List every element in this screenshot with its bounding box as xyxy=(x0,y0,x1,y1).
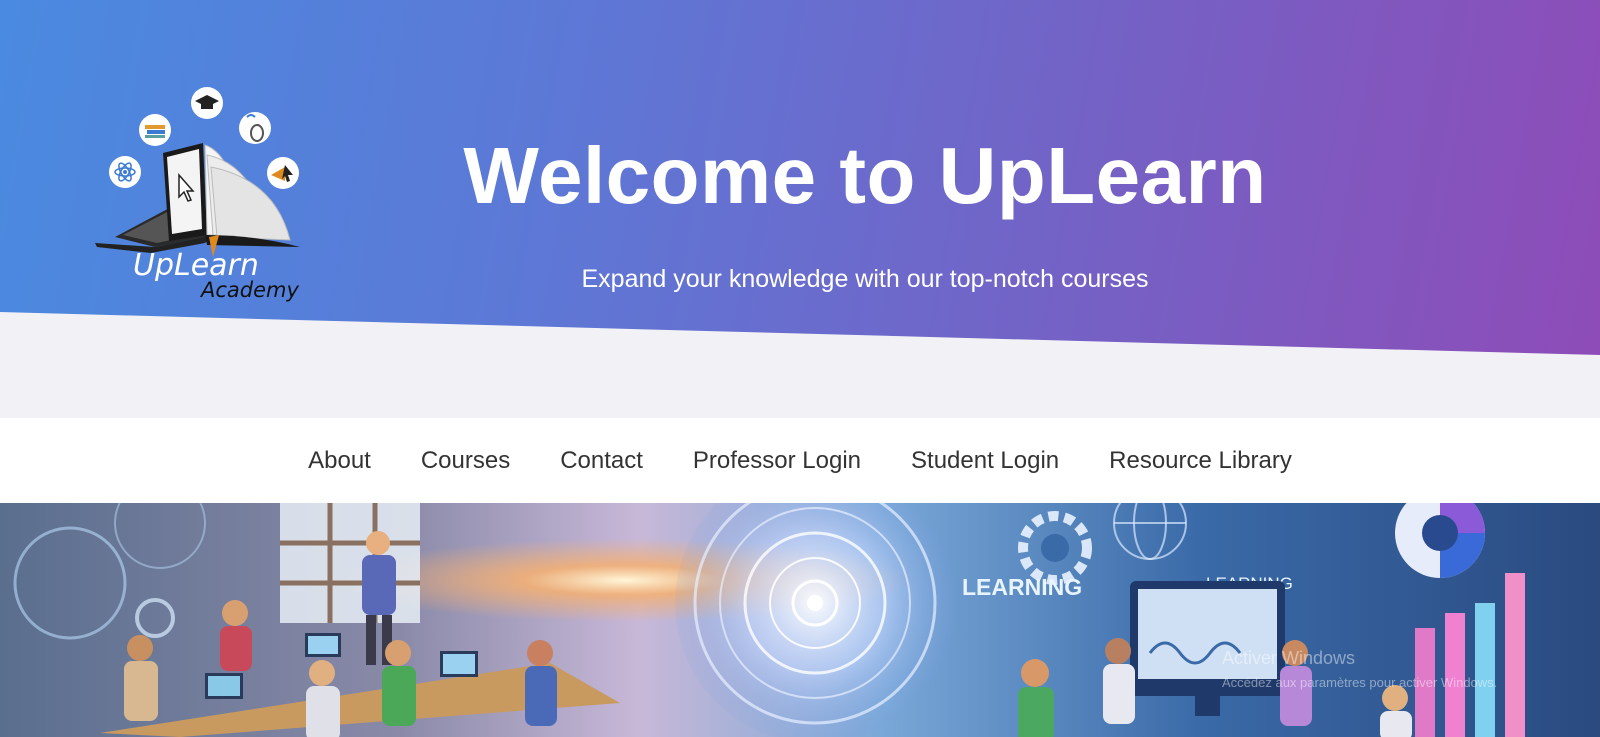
banner-illustration: LEARNING LEARNING xyxy=(0,503,1600,737)
graduation-cap-icon xyxy=(191,87,223,119)
page-subtitle: Expand your knowledge with our top-notch… xyxy=(581,265,1149,293)
central-vortex xyxy=(675,503,955,737)
nav-link-about[interactable]: About xyxy=(283,447,396,475)
nav-link-contact[interactable]: Contact xyxy=(535,447,668,475)
main-nav: About Courses Contact Professor Login St… xyxy=(0,418,1600,503)
windows-activation-title: Activer Windows xyxy=(1222,648,1356,668)
page-title: Welcome to UpLearn xyxy=(463,131,1267,220)
nav-link-resource-library[interactable]: Resource Library xyxy=(1084,447,1317,475)
nav-link-professor-login[interactable]: Professor Login xyxy=(668,447,886,475)
learning-sign-1: LEARNING xyxy=(962,574,1082,600)
nav-link-courses[interactable]: Courses xyxy=(396,447,535,475)
page: UpLearn Academy Welcome to UpLearn Expan… xyxy=(0,0,1600,737)
classroom-window xyxy=(280,503,420,623)
windows-activation-subtitle: Accédez aux paramètres pour activer Wind… xyxy=(1222,675,1498,690)
nav-link-student-login[interactable]: Student Login xyxy=(886,447,1084,475)
